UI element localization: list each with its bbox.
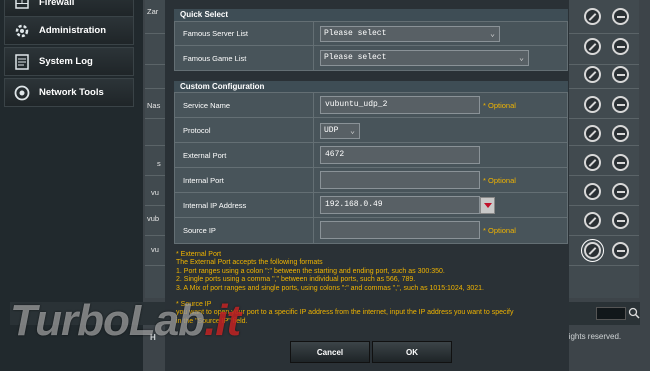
optional-note: * Optional bbox=[483, 226, 516, 235]
edit-icon[interactable] bbox=[584, 125, 601, 142]
chevron-down-icon: ⌄ bbox=[490, 30, 495, 39]
source-ip-label: Source IP bbox=[175, 218, 314, 243]
help-line: * External Port bbox=[176, 251, 222, 258]
edit-icon[interactable] bbox=[584, 38, 601, 55]
cancel-button[interactable]: Cancel bbox=[290, 341, 370, 363]
table-cell: vu bbox=[151, 245, 159, 254]
help-line: 1. Port ranges using a colon ":" between… bbox=[176, 267, 445, 275]
edit-icon[interactable] bbox=[581, 239, 604, 262]
delete-icon[interactable] bbox=[612, 125, 629, 142]
custom-configuration-table: Service Name vubuntu_udp_2 * Optional Pr… bbox=[174, 92, 568, 244]
firewall-icon bbox=[11, 0, 33, 14]
help-line: 3. A Mix of port ranges and single ports… bbox=[176, 284, 485, 292]
help-line: 2. Single ports using a comma "," betwee… bbox=[176, 276, 416, 284]
optional-note: * Optional bbox=[483, 176, 516, 185]
sidebar-item-label: System Log bbox=[39, 56, 93, 67]
quick-select-table: Famous Server List Please select ⌄ Famou… bbox=[174, 21, 568, 71]
select-value: Please select bbox=[324, 29, 387, 38]
delete-icon[interactable] bbox=[612, 154, 629, 171]
internal-port-input[interactable] bbox=[320, 171, 480, 189]
service-name-input[interactable]: vubuntu_udp_2 bbox=[320, 96, 480, 114]
network-tools-icon bbox=[11, 82, 33, 104]
help-line: you want to open your port to a specific… bbox=[176, 309, 514, 317]
sidebar-item-network-tools[interactable]: Network Tools bbox=[4, 78, 134, 107]
optional-note: * Optional bbox=[483, 101, 516, 110]
edit-icon[interactable] bbox=[584, 154, 601, 171]
sidebar-item-firewall[interactable]: Firewall bbox=[4, 0, 134, 17]
edit-icon[interactable] bbox=[584, 66, 601, 83]
internal-ip-label: Internal IP Address bbox=[175, 193, 314, 217]
edit-icon[interactable] bbox=[584, 183, 601, 200]
internal-ip-row: Internal IP Address 192.168.0.49 bbox=[175, 193, 567, 218]
internal-ip-input[interactable]: 192.168.0.49 bbox=[320, 196, 480, 214]
table-cell: vu bbox=[151, 188, 159, 197]
sidebar-item-label: Administration bbox=[39, 25, 107, 36]
help-line bbox=[176, 293, 566, 301]
table-cell: vub bbox=[147, 214, 160, 223]
internal-port-row: Internal Port * Optional bbox=[175, 168, 567, 193]
famous-server-row: Famous Server List Please select ⌄ bbox=[175, 22, 567, 46]
administration-gear-icon bbox=[11, 20, 33, 42]
chevron-down-icon: ⌄ bbox=[519, 54, 524, 63]
famous-server-select[interactable]: Please select ⌄ bbox=[320, 26, 500, 42]
search-icon[interactable] bbox=[628, 307, 640, 320]
sidebar-item-label: Network Tools bbox=[39, 87, 104, 98]
service-name-row: Service Name vubuntu_udp_2 * Optional bbox=[175, 93, 567, 118]
table-cell: s bbox=[157, 159, 161, 168]
quick-select-header: Quick Select bbox=[174, 9, 568, 21]
famous-game-row: Famous Game List Please select ⌄ bbox=[175, 46, 567, 70]
select-value: UDP bbox=[324, 126, 339, 135]
edit-icon[interactable] bbox=[584, 96, 601, 113]
service-name-label: Service Name bbox=[175, 93, 314, 117]
famous-game-select[interactable]: Please select ⌄ bbox=[320, 50, 529, 66]
delete-icon[interactable] bbox=[612, 8, 629, 25]
source-ip-row: Source IP * Optional bbox=[175, 218, 567, 243]
protocol-row: Protocol UDP ⌄ bbox=[175, 118, 567, 143]
delete-icon[interactable] bbox=[612, 212, 629, 229]
famous-game-label: Famous Game List bbox=[175, 46, 314, 70]
protocol-select[interactable]: UDP ⌄ bbox=[320, 123, 360, 139]
help-text: * External Port The External Port accept… bbox=[176, 251, 566, 326]
help-line: The External Port accepts the following … bbox=[176, 259, 323, 267]
table-cell: Zar bbox=[147, 7, 159, 16]
sidebar-item-system-log[interactable]: System Log bbox=[4, 47, 134, 76]
table-cell: Nas bbox=[147, 101, 161, 110]
external-port-label: External Port bbox=[175, 143, 314, 167]
delete-icon[interactable] bbox=[612, 242, 629, 259]
source-ip-input[interactable] bbox=[320, 221, 480, 239]
ok-button[interactable]: OK bbox=[372, 341, 452, 363]
protocol-label: Protocol bbox=[175, 118, 314, 142]
edit-icon[interactable] bbox=[584, 8, 601, 25]
help-line: * Source IP bbox=[176, 301, 212, 309]
system-log-icon bbox=[11, 51, 33, 73]
search-input[interactable] bbox=[596, 307, 626, 320]
help-line: in the "Source IP" field. bbox=[176, 317, 248, 325]
help-link-fragment: H bbox=[150, 333, 156, 342]
delete-icon[interactable] bbox=[612, 66, 629, 83]
delete-icon[interactable] bbox=[612, 38, 629, 55]
famous-server-label: Famous Server List bbox=[175, 22, 314, 45]
sidebar-item-administration[interactable]: Administration bbox=[4, 16, 134, 45]
external-port-input[interactable]: 4672 bbox=[320, 146, 480, 164]
delete-icon[interactable] bbox=[612, 96, 629, 113]
ip-dropdown-arrow-icon[interactable] bbox=[480, 197, 495, 214]
edit-icon[interactable] bbox=[584, 212, 601, 229]
external-port-row: External Port 4672 bbox=[175, 143, 567, 168]
delete-icon[interactable] bbox=[612, 183, 629, 200]
sidebar-item-label: Firewall bbox=[39, 0, 75, 8]
internal-port-label: Internal Port bbox=[175, 168, 314, 192]
chevron-down-icon: ⌄ bbox=[350, 127, 355, 136]
copyright-text: rights reserved. bbox=[566, 332, 622, 341]
select-value: Please select bbox=[324, 53, 387, 62]
